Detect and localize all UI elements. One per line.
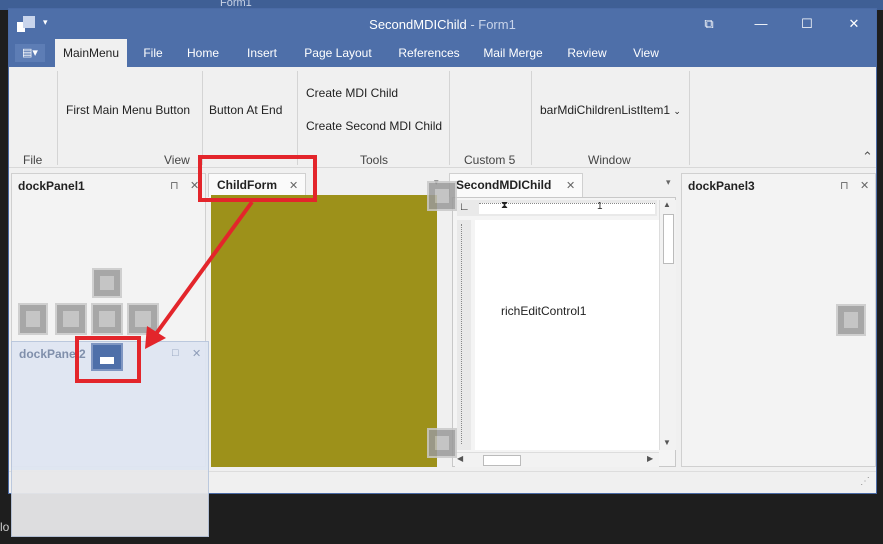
- annotation-arrow-head: [145, 326, 166, 349]
- annotation-arrow-line: [148, 200, 254, 344]
- background-text-fragment: lo: [0, 520, 10, 534]
- annotation-arrow: [145, 200, 254, 349]
